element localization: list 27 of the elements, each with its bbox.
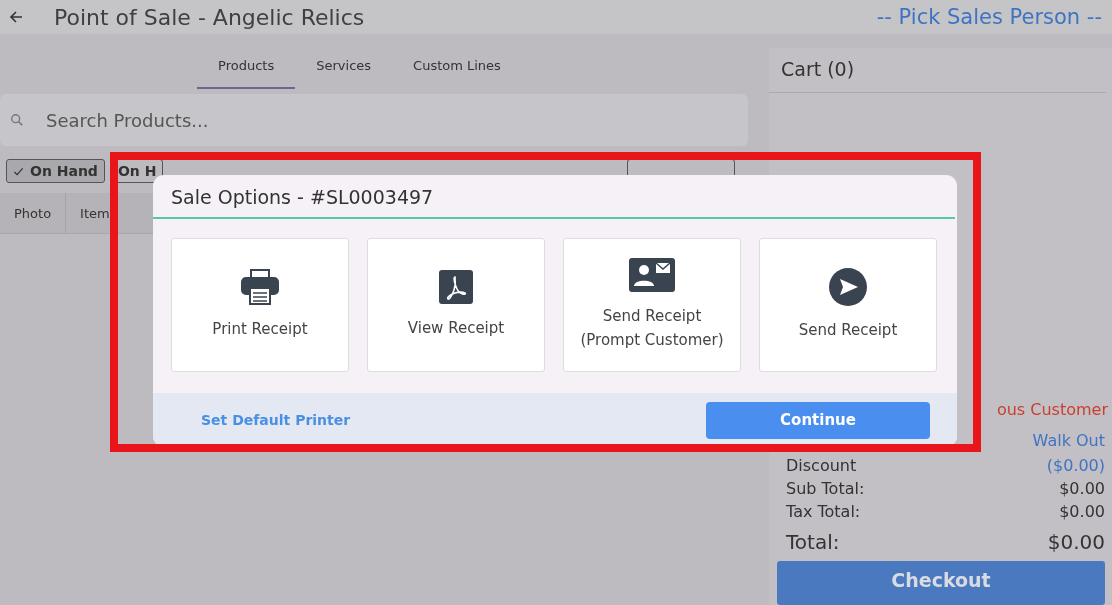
summary-value: $0.00 (1059, 478, 1105, 500)
check-icon (13, 165, 24, 177)
summary-label: Sub Total: (786, 478, 865, 500)
contact-card-icon (629, 258, 675, 292)
option-card[interactable]: Send Receipt (759, 238, 937, 372)
option-card[interactable]: Send Receipt (Prompt Customer) (563, 238, 741, 372)
dialog-title: Sale Options - #SL0003497 (153, 175, 955, 219)
printer-icon (240, 269, 280, 305)
back-arrow-icon[interactable] (8, 9, 24, 25)
option-card[interactable]: Print Receipt (171, 238, 349, 372)
page-title: Point of Sale - Angelic Relics (54, 4, 366, 30)
cart-title: Cart (0) (769, 48, 1106, 93)
tab[interactable]: Custom Lines (392, 48, 522, 89)
summary-value: $0.00 (1059, 501, 1105, 523)
pdf-icon (439, 270, 473, 304)
summary-label: Total: (786, 529, 840, 556)
column-header: Item (79, 204, 111, 223)
tab[interactable]: Products (197, 48, 296, 89)
filter-chip[interactable]: On Hand (6, 159, 105, 183)
option-card[interactable]: View Receipt (367, 238, 545, 372)
summary-label: Tax Total: (786, 501, 861, 523)
column-header: Photo (0, 193, 67, 233)
send-icon (829, 268, 867, 306)
tab[interactable]: Services (295, 48, 393, 89)
summary-value: $0.00 (1047, 529, 1105, 556)
search-field[interactable]: Search Products... (0, 94, 748, 146)
summary-label: Discount (786, 455, 857, 477)
